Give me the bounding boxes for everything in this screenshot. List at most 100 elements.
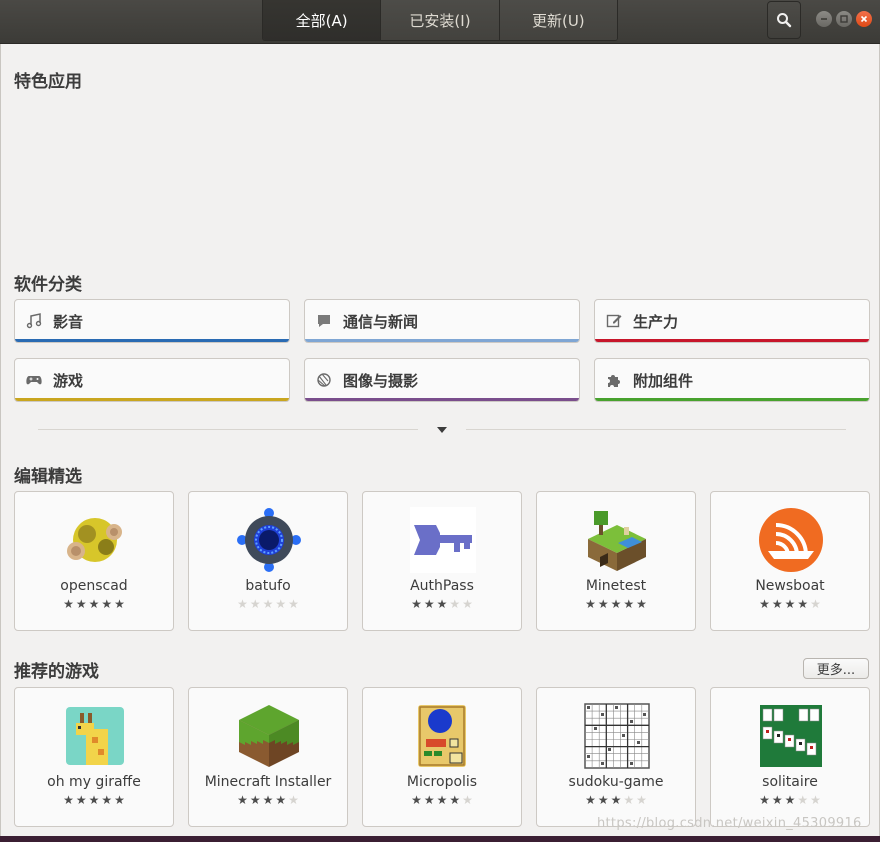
star-filled-icon: ★ bbox=[449, 793, 461, 807]
maximize-icon bbox=[840, 15, 848, 23]
rating-stars: ★ ★ ★ ★ ★ bbox=[15, 598, 173, 610]
star-filled-icon: ★ bbox=[797, 597, 809, 611]
tab-all[interactable]: 全部(A) bbox=[263, 0, 382, 40]
star-filled-icon: ★ bbox=[423, 793, 435, 807]
category-label: 通信与新闻 bbox=[343, 312, 419, 331]
star-filled-icon: ★ bbox=[597, 597, 609, 611]
category-color-bar bbox=[15, 398, 289, 401]
app-name: Newsboat bbox=[755, 578, 825, 594]
chevron-down-icon bbox=[437, 427, 447, 433]
app-name: batufo bbox=[245, 578, 291, 594]
giraffe-icon bbox=[66, 707, 124, 765]
featured-title: 特色应用 bbox=[14, 72, 82, 92]
star-filled-icon: ★ bbox=[597, 793, 609, 807]
close-button[interactable] bbox=[856, 11, 872, 27]
app-tile[interactable]: Micropolis ★ ★ ★ ★ ★ bbox=[362, 687, 522, 827]
category-productivity[interactable]: 生产力 bbox=[594, 299, 870, 343]
star-empty-icon: ★ bbox=[237, 597, 248, 611]
openscad-icon bbox=[67, 518, 122, 562]
search-button[interactable] bbox=[767, 1, 801, 39]
category-label: 生产力 bbox=[633, 312, 679, 331]
category-audio-video[interactable]: 影音 bbox=[14, 299, 290, 343]
star-empty-icon: ★ bbox=[810, 793, 821, 807]
star-empty-icon: ★ bbox=[797, 793, 809, 807]
app-tile[interactable]: sudoku-game ★ ★ ★ ★ ★ bbox=[536, 687, 696, 827]
star-filled-icon: ★ bbox=[784, 597, 796, 611]
star-filled-icon: ★ bbox=[784, 793, 796, 807]
app-name: Minecraft Installer bbox=[204, 774, 332, 790]
app-tile[interactable]: Newsboat ★ ★ ★ ★ ★ bbox=[710, 491, 870, 631]
star-empty-icon: ★ bbox=[262, 597, 274, 611]
app-name: AuthPass bbox=[410, 578, 474, 594]
star-filled-icon: ★ bbox=[88, 793, 100, 807]
explore-page: 特色应用 软件分类 影音 通信与新闻 生产力 游戏 图像与摄影 附加组件 编辑精… bbox=[0, 44, 880, 842]
category-addons[interactable]: 附加组件 bbox=[594, 358, 870, 402]
app-tile[interactable]: solitaire ★ ★ ★ ★ ★ bbox=[710, 687, 870, 827]
rating-stars: ★ ★ ★ ★ ★ bbox=[363, 598, 521, 610]
headerbar: 全部(A) 已安装(I) 更新(U) bbox=[0, 0, 880, 44]
category-graphics[interactable]: 图像与摄影 bbox=[304, 358, 580, 402]
category-label: 影音 bbox=[53, 312, 84, 331]
tab-updates[interactable]: 更新(U) bbox=[499, 0, 617, 40]
authpass-key-icon bbox=[410, 507, 476, 573]
minetest-icon bbox=[588, 511, 646, 571]
category-color-bar bbox=[305, 398, 579, 401]
app-name: openscad bbox=[60, 578, 128, 594]
star-empty-icon: ★ bbox=[275, 597, 287, 611]
star-filled-icon: ★ bbox=[610, 793, 622, 807]
rating-stars: ★ ★ ★ ★ ★ bbox=[711, 598, 869, 610]
star-filled-icon: ★ bbox=[275, 793, 287, 807]
camera-icon bbox=[315, 371, 333, 389]
rating-stars: ★ ★ ★ ★ ★ bbox=[189, 598, 347, 610]
star-filled-icon: ★ bbox=[88, 597, 100, 611]
star-empty-icon: ★ bbox=[623, 793, 635, 807]
categories-title: 软件分类 bbox=[14, 275, 82, 295]
star-filled-icon: ★ bbox=[63, 793, 74, 807]
star-filled-icon: ★ bbox=[63, 597, 74, 611]
maximize-button[interactable] bbox=[836, 11, 852, 27]
divider-right bbox=[466, 429, 846, 430]
watermark-text: https://blog.csdn.net/weixin_45309916 bbox=[597, 816, 862, 831]
editors-picks-title: 编辑精选 bbox=[14, 467, 82, 487]
app-tile[interactable]: batufo ★ ★ ★ ★ ★ bbox=[188, 491, 348, 631]
app-name: Micropolis bbox=[406, 774, 478, 790]
star-filled-icon: ★ bbox=[585, 597, 596, 611]
minimize-icon bbox=[821, 18, 827, 20]
star-empty-icon: ★ bbox=[449, 597, 461, 611]
search-icon bbox=[777, 13, 792, 28]
star-filled-icon: ★ bbox=[262, 793, 274, 807]
micropolis-icon bbox=[418, 705, 466, 767]
star-filled-icon: ★ bbox=[636, 597, 647, 611]
category-communication[interactable]: 通信与新闻 bbox=[304, 299, 580, 343]
star-filled-icon: ★ bbox=[411, 793, 422, 807]
app-tile[interactable]: oh my giraffe ★ ★ ★ ★ ★ bbox=[14, 687, 174, 827]
app-name: sudoku-game bbox=[568, 774, 664, 790]
recommended-games-title: 推荐的游戏 bbox=[14, 662, 99, 682]
app-tile[interactable]: AuthPass ★ ★ ★ ★ ★ bbox=[362, 491, 522, 631]
app-tile[interactable]: Minetest ★ ★ ★ ★ ★ bbox=[536, 491, 696, 631]
star-empty-icon: ★ bbox=[462, 793, 473, 807]
star-empty-icon: ★ bbox=[288, 793, 299, 807]
app-name: oh my giraffe bbox=[47, 774, 141, 790]
gamepad-icon bbox=[25, 371, 43, 389]
star-filled-icon: ★ bbox=[423, 597, 435, 611]
minimize-button[interactable] bbox=[816, 11, 832, 27]
star-filled-icon: ★ bbox=[411, 597, 422, 611]
show-more-categories[interactable] bbox=[434, 424, 450, 436]
category-games[interactable]: 游戏 bbox=[14, 358, 290, 402]
star-filled-icon: ★ bbox=[237, 793, 248, 807]
app-tile[interactable]: Minecraft Installer ★ ★ ★ ★ ★ bbox=[188, 687, 348, 827]
chat-icon bbox=[315, 312, 333, 330]
puzzle-icon bbox=[605, 371, 623, 389]
sudoku-grid-icon bbox=[584, 703, 650, 769]
star-filled-icon: ★ bbox=[436, 597, 448, 611]
newsboat-icon bbox=[759, 508, 823, 572]
star-filled-icon: ★ bbox=[610, 597, 622, 611]
more-games-button[interactable]: 更多... bbox=[803, 658, 869, 679]
solitaire-cards-icon bbox=[760, 705, 822, 767]
star-empty-icon: ★ bbox=[462, 597, 473, 611]
app-tile[interactable]: openscad ★ ★ ★ ★ ★ bbox=[14, 491, 174, 631]
view-switcher: 全部(A) 已安装(I) 更新(U) bbox=[262, 0, 618, 41]
tab-installed[interactable]: 已安装(I) bbox=[381, 0, 500, 40]
desktop-edge bbox=[0, 836, 880, 842]
